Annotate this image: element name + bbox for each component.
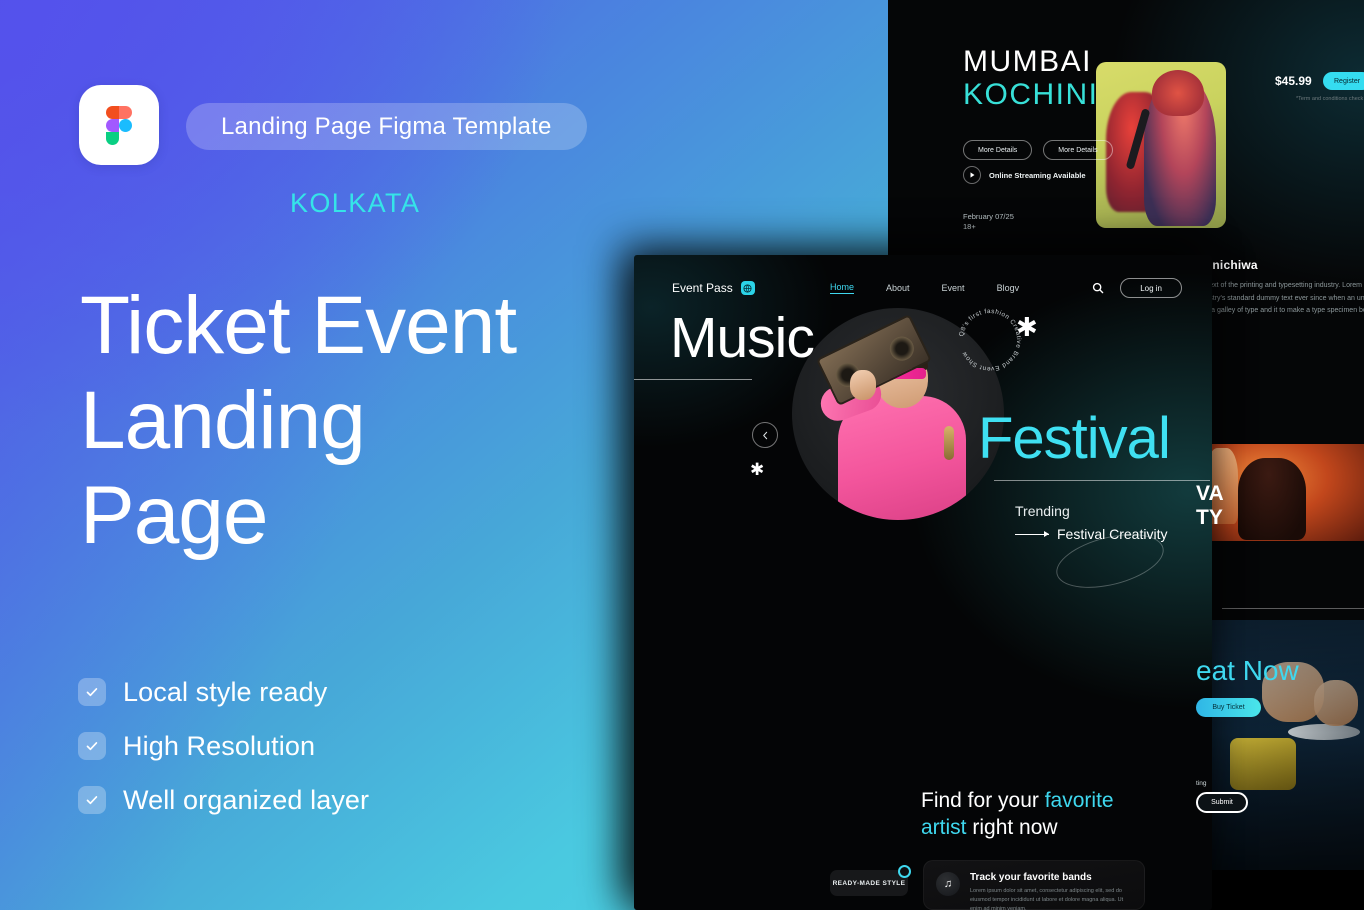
play-icon [963,166,981,184]
template-badge: Landing Page Figma Template [186,103,587,150]
globe-icon [740,281,755,295]
login-button[interactable]: Log in [1120,278,1182,298]
register-button[interactable]: Register [1323,72,1364,90]
template-badge-label: Landing Page Figma Template [221,112,552,140]
navbar: Event Pass Home About Event Blogv Log in [634,271,1212,305]
selection-handle[interactable] [898,865,911,878]
find-heading-part-2: right now [966,816,1058,839]
list-item: High Resolution [78,719,369,773]
svg-text:Q8's first fashion Creative Br: Q8's first fashion Creative Brand Event … [958,308,1022,372]
konichiwa-text: my text of the printing and typesetting … [1196,282,1364,314]
event-age-line: 18+ [963,222,976,231]
style-tag-badge: READY-MADE STYLE [830,870,908,896]
list-item-label: Well organized layer [123,784,370,815]
trending-block: Trending Festival Creativity [1015,503,1167,542]
list-item-label: Local style ready [123,676,328,707]
event-date: February 07/25 18+ [963,212,1014,232]
buy-ticket-button[interactable]: Buy Ticket [1196,698,1261,717]
page-title-line-3: Page [80,470,269,561]
sparkle-icon: ✱ [750,460,765,479]
feature-list: Local style ready High Resolution Well o… [78,665,369,827]
divider [634,379,752,380]
streaming-status: Online Streaming Available [963,166,1086,184]
beat-now-heading: eat Now [1196,655,1299,686]
arrow-right-icon [1015,530,1049,537]
singer-photo [1096,62,1226,228]
figma-logo-icon [79,85,159,165]
hero-word-festival: Festival [978,406,1171,471]
more-details-button[interactable]: More Details [1043,140,1113,160]
submit-button[interactable]: Submit [1196,792,1248,813]
trending-value: Festival Creativity [1057,526,1168,542]
clipped-heading-line-2: TY [1196,506,1223,529]
nav-link-home[interactable]: Home [830,282,855,294]
nav-link-about[interactable]: About [886,283,910,293]
circular-badge-label: Q8's first fashion Creative Brand Event … [958,308,1021,372]
nav-links: Home About Event Blogv [830,282,1019,294]
check-icon [78,732,106,760]
list-item-label: High Resolution [123,730,316,761]
list-item: Well organized layer [78,773,369,827]
more-details-group: More Details More Details [963,140,1113,160]
clipped-heading: VA TY [1196,482,1224,530]
streaming-label: Online Streaming Available [989,170,1086,180]
find-heading-highlight-1: favorite [1044,789,1114,812]
page-title-line-2: Landing [80,375,366,466]
concert-photo [1210,444,1364,541]
track-bands-text: Lorem ipsum dolor sit amet, consectetur … [970,888,1124,910]
nav-link-blog[interactable]: Blogv [997,283,1020,293]
back-city-1: MUMBAI [963,45,1092,78]
konichiwa-section: Konichiwa my text of the printing and ty… [1196,258,1364,318]
trending-label: Trending [1015,503,1070,519]
carousel-prev-button[interactable] [752,422,778,448]
ticket-price: $45.99 [1275,74,1312,88]
check-icon [78,786,106,814]
subscribe-label: ting [1196,780,1207,787]
divider [994,480,1210,481]
search-icon[interactable] [1092,282,1104,294]
find-artist-heading: Find for your favorite artist right now [921,787,1161,841]
event-date-line: February 07/25 [963,212,1014,221]
track-bands-card[interactable]: ♫ Track your favorite bands Lorem ipsum … [923,860,1145,910]
page-title-line-1: Ticket Event [80,280,517,371]
circular-badge-text: Q8's first fashion Creative Brand Event … [953,303,1027,377]
more-details-button[interactable]: More Details [963,140,1033,160]
nav-actions: Log in [1092,278,1182,298]
clipped-heading-line-1: VA [1196,482,1224,505]
brand-logo[interactable]: Event Pass [672,281,755,295]
nav-link-event[interactable]: Event [942,283,965,293]
back-city-3: KOLKATA [290,188,421,218]
trending-value-row: Festival Creativity [1015,526,1167,542]
divider [1222,608,1364,609]
list-item: Local style ready [78,665,369,719]
music-note-icon: ♫ [936,872,960,896]
brand-label: Event Pass [672,281,733,295]
hero-word-music: Music [670,306,815,370]
track-bands-title: Track your favorite bands [970,872,1092,883]
find-heading-highlight-2: artist [921,816,967,839]
find-heading-part-1: Find for your [921,789,1045,812]
fine-print: *Term and conditions check our website [1296,96,1364,102]
page-title: Ticket Event Landing Page [80,278,517,563]
check-icon [78,678,106,706]
konichiwa-heading: Konichiwa [1196,258,1258,272]
